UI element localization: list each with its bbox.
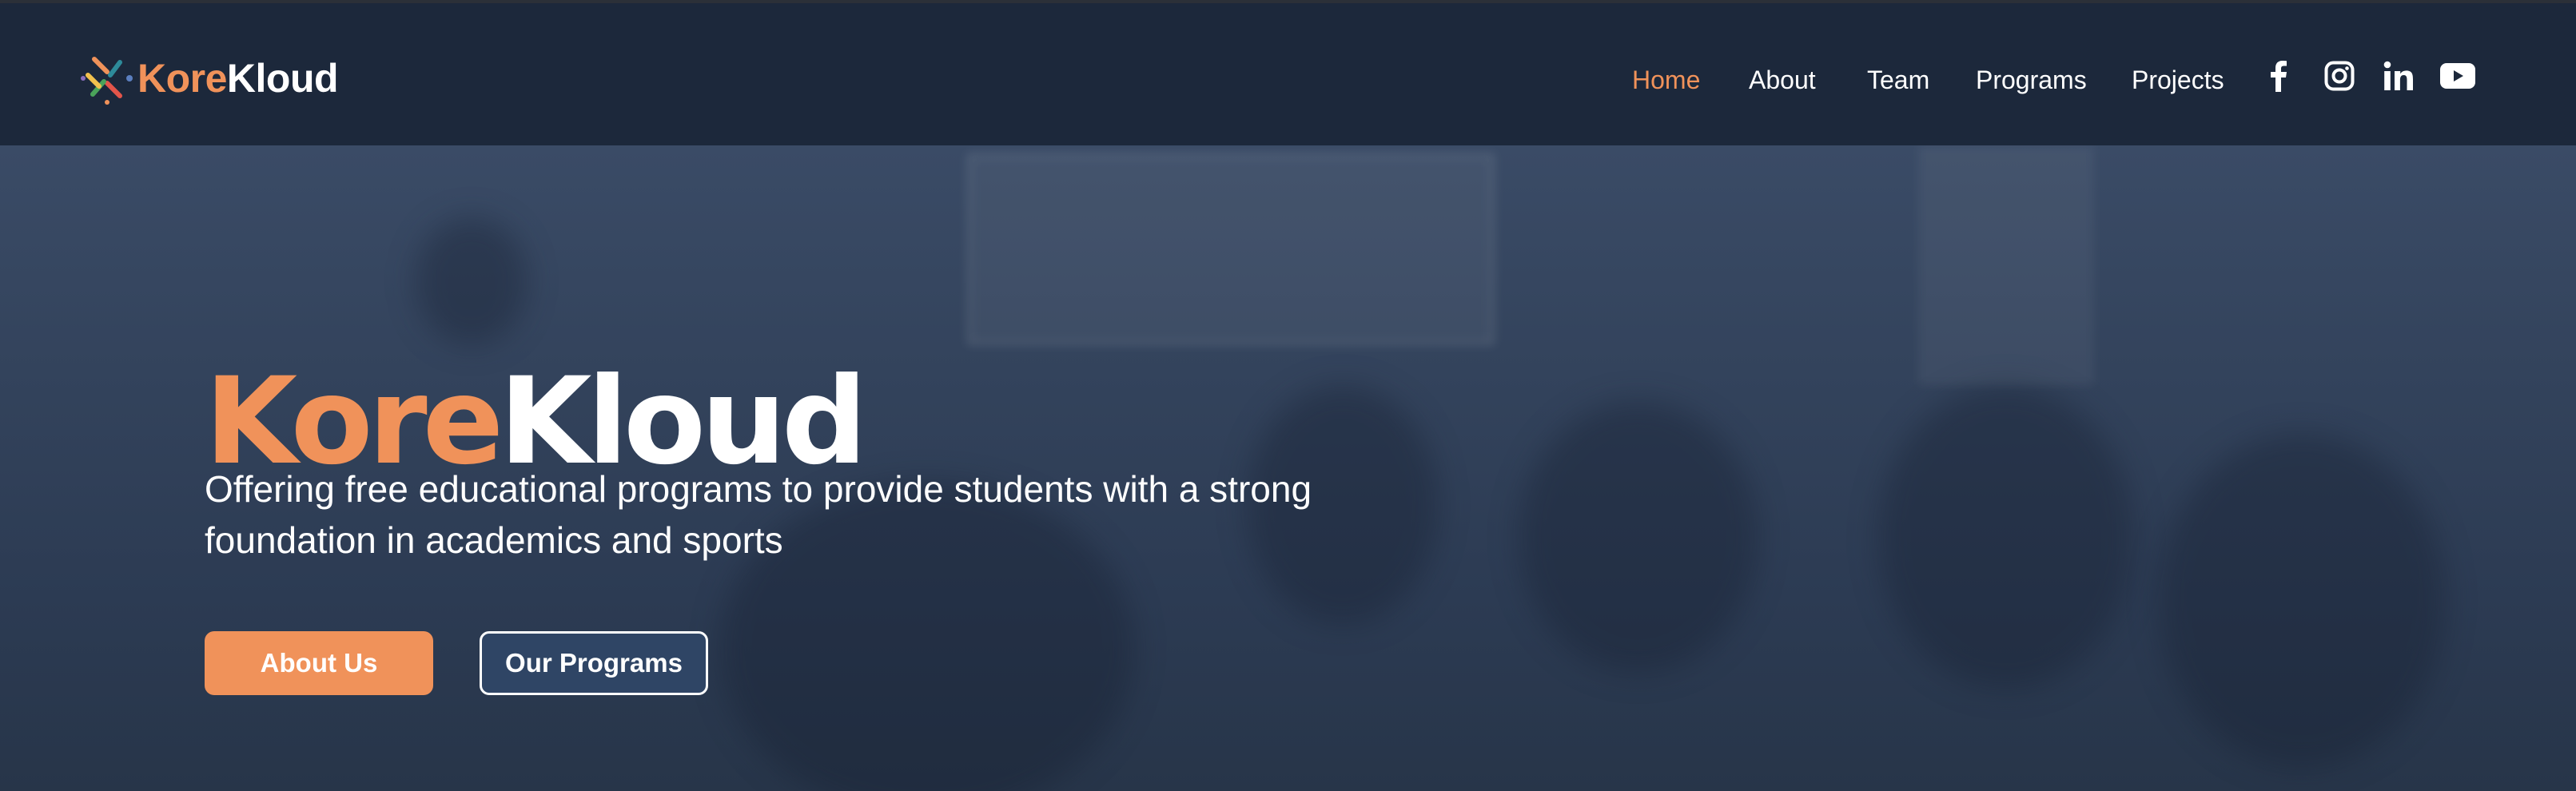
background-window [1918, 145, 2094, 385]
logo-text: KoreKloud [137, 55, 339, 101]
logo-text-kloud: Kloud [226, 56, 339, 101]
nav-projects[interactable]: Projects [2132, 59, 2224, 101]
background-figure [1519, 401, 1758, 673]
hero-subtitle-line2: foundation in academics and sports [205, 519, 783, 561]
background-figure [1878, 385, 2134, 689]
hero-subtitle: Offering free educational programs to pr… [205, 463, 1451, 566]
logo[interactable]: KoreKloud [80, 48, 339, 109]
logo-text-kore: Kore [137, 56, 227, 101]
logo-icon [81, 57, 133, 105]
hero-section: KoreKloud Offering free educational prog… [0, 145, 2576, 791]
instagram-icon[interactable] [2321, 58, 2358, 94]
background-figure [2158, 433, 2446, 769]
background-whiteboard [967, 153, 1495, 345]
nav-team[interactable]: Team [1867, 59, 1929, 101]
our-programs-button[interactable]: Our Programs [480, 631, 708, 695]
nav-home[interactable]: Home [1632, 59, 1700, 101]
navbar: KoreKloud Home About Team Programs Proje… [0, 3, 2576, 145]
nav-about[interactable]: About [1749, 59, 1816, 101]
linkedin-icon[interactable] [2380, 58, 2417, 94]
youtube-icon[interactable] [2439, 58, 2476, 94]
about-us-button[interactable]: About Us [205, 631, 433, 695]
nav-programs[interactable]: Programs [1976, 59, 2087, 101]
background-figure [416, 217, 528, 345]
hero-subtitle-line1: Offering free educational programs to pr… [205, 468, 1312, 510]
facebook-icon[interactable] [2260, 58, 2297, 94]
